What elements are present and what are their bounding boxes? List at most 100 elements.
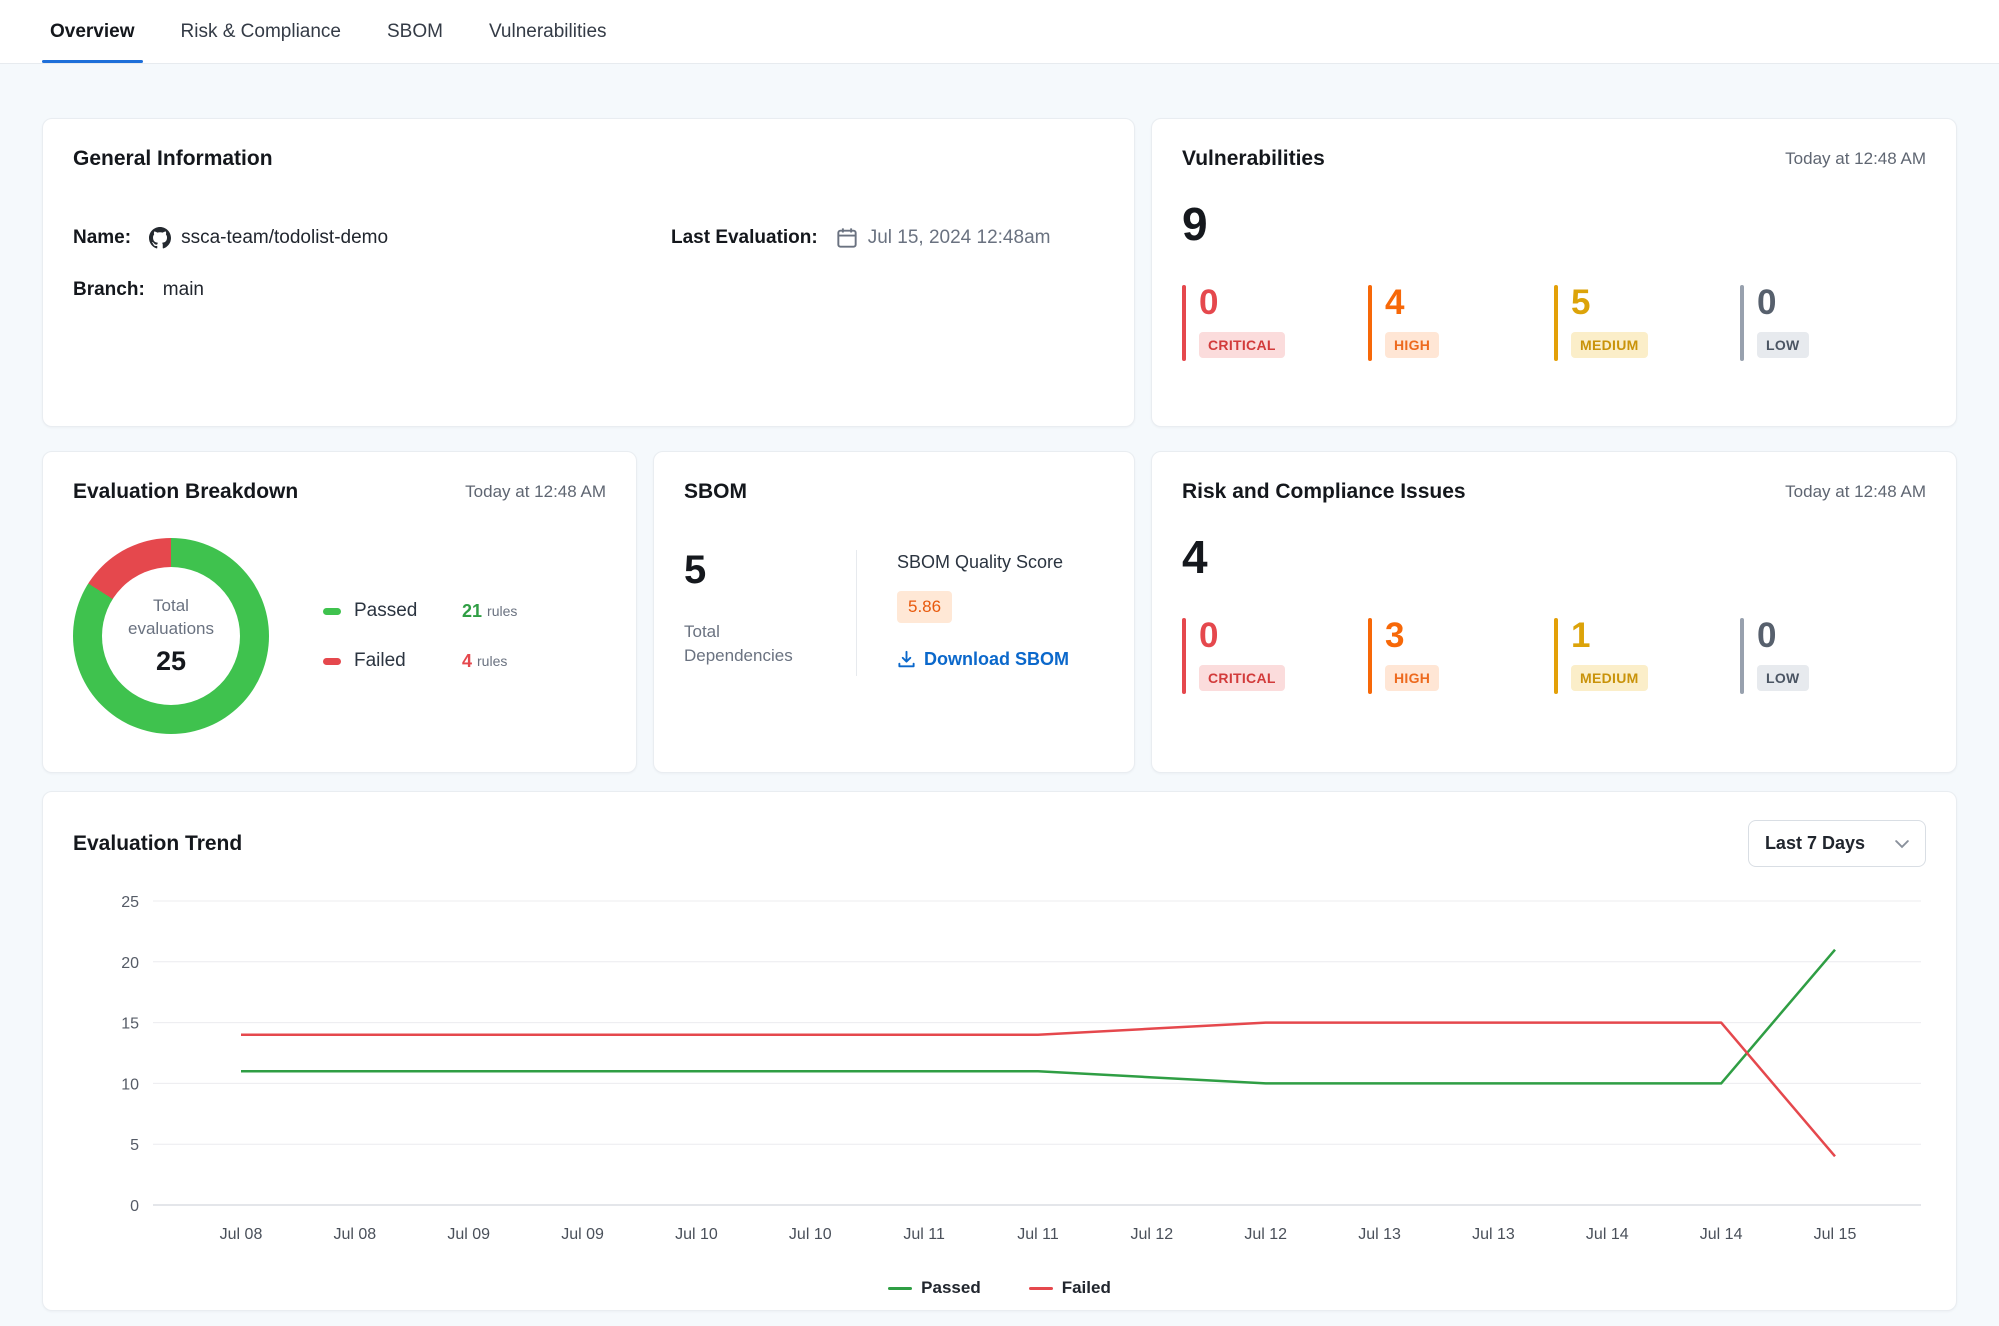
- chart-legend: Passed Failed: [73, 1278, 1926, 1298]
- last-evaluation-value: Jul 15, 2024 12:48am: [868, 227, 1051, 249]
- last-evaluation-label: Last Evaluation:: [671, 227, 818, 249]
- severity-bar: [1368, 618, 1372, 694]
- vulnerabilities-total: 9: [1182, 201, 1926, 247]
- sbom-quality-score-label: SBOM Quality Score: [897, 552, 1069, 573]
- severity-high: 4 HIGH: [1368, 285, 1554, 361]
- time-range-value: Last 7 Days: [1765, 833, 1865, 854]
- chart-legend-failed: Failed: [1029, 1278, 1111, 1298]
- severity-critical: 0 CRITICAL: [1182, 285, 1368, 361]
- repo-name-row: Name: ssca-team/todolist-demo: [73, 227, 671, 249]
- dashboard-content: General Information Name: ssca-team/todo…: [0, 64, 1999, 1311]
- tab-sbom[interactable]: SBOM: [387, 0, 443, 63]
- passed-unit: rules: [487, 603, 517, 619]
- general-information-title: General Information: [73, 147, 1104, 171]
- svg-text:Jul 15: Jul 15: [1814, 1226, 1857, 1243]
- severity-count: 0: [1199, 618, 1285, 653]
- evaluation-breakdown-card: Evaluation Breakdown Today at 12:48 AM T…: [42, 451, 637, 773]
- calendar-icon: [836, 227, 858, 249]
- evaluation-breakdown-title: Evaluation Breakdown: [73, 480, 298, 504]
- severity-bar: [1182, 285, 1186, 361]
- severity-bar: [1182, 618, 1186, 694]
- svg-text:Jul 11: Jul 11: [1017, 1226, 1059, 1243]
- passed-swatch-icon: [323, 608, 341, 615]
- risk-compliance-title: Risk and Compliance Issues: [1182, 480, 1466, 504]
- evaluations-donut-chart: Total evaluations 25: [73, 538, 269, 734]
- time-range-dropdown[interactable]: Last 7 Days: [1748, 820, 1926, 867]
- vulnerabilities-card: Vulnerabilities Today at 12:48 AM 9 0 CR…: [1151, 118, 1957, 427]
- failed-unit: rules: [477, 653, 507, 669]
- branch-row: Branch: main: [73, 279, 671, 301]
- vertical-divider: [856, 550, 857, 676]
- chevron-down-icon: [1895, 839, 1909, 849]
- evaluation-trend-chart: 0510152025Jul 08Jul 08Jul 09Jul 09Jul 10…: [73, 887, 1928, 1265]
- tab-risk-compliance[interactable]: Risk & Compliance: [181, 0, 342, 63]
- evaluation-trend-card: Evaluation Trend Last 7 Days 0510152025J…: [42, 791, 1957, 1311]
- severity-badge: MEDIUM: [1571, 332, 1648, 358]
- svg-text:Jul 08: Jul 08: [334, 1226, 377, 1243]
- svg-text:Jul 08: Jul 08: [220, 1226, 263, 1243]
- severity-count: 0: [1757, 285, 1809, 320]
- svg-text:Jul 13: Jul 13: [1358, 1226, 1401, 1243]
- severity-badge: HIGH: [1385, 665, 1439, 691]
- severity-bar: [1554, 618, 1558, 694]
- sbom-total-dependencies: 5: [684, 550, 856, 590]
- severity-critical: 0 CRITICAL: [1182, 618, 1368, 694]
- vulnerabilities-timestamp: Today at 12:48 AM: [1785, 147, 1926, 169]
- passed-label: Passed: [354, 600, 462, 622]
- svg-text:Jul 12: Jul 12: [1131, 1226, 1174, 1243]
- severity-medium: 5 MEDIUM: [1554, 285, 1740, 361]
- svg-text:Jul 10: Jul 10: [675, 1226, 718, 1243]
- svg-text:Jul 10: Jul 10: [789, 1226, 832, 1243]
- severity-badge: LOW: [1757, 332, 1809, 358]
- tab-overview[interactable]: Overview: [50, 0, 135, 63]
- severity-count: 1: [1571, 618, 1648, 653]
- svg-text:Jul 11: Jul 11: [903, 1226, 945, 1243]
- branch-label: Branch:: [73, 279, 145, 301]
- passed-legend-label: Passed: [921, 1278, 981, 1298]
- github-icon: [149, 227, 171, 249]
- download-sbom-link[interactable]: Download SBOM: [897, 649, 1069, 670]
- severity-bar: [1368, 285, 1372, 361]
- risk-compliance-timestamp: Today at 12:48 AM: [1785, 480, 1926, 502]
- risk-compliance-total: 4: [1182, 534, 1926, 580]
- severity-count: 0: [1757, 618, 1809, 653]
- severity-bar: [1740, 285, 1744, 361]
- tab-vulnerabilities[interactable]: Vulnerabilities: [489, 0, 607, 63]
- svg-text:10: 10: [121, 1076, 139, 1093]
- general-information-card: General Information Name: ssca-team/todo…: [42, 118, 1135, 427]
- donut-total-value: 25: [156, 646, 186, 677]
- failed-legend-label: Failed: [1062, 1278, 1111, 1298]
- svg-text:15: 15: [121, 1016, 139, 1033]
- severity-low: 0 LOW: [1740, 285, 1926, 361]
- severity-medium: 1 MEDIUM: [1554, 618, 1740, 694]
- severity-count: 0: [1199, 285, 1285, 320]
- svg-text:0: 0: [130, 1198, 139, 1215]
- sbom-card: SBOM 5 Total Dependencies SBOM Quality S…: [653, 451, 1135, 773]
- chart-legend-passed: Passed: [888, 1278, 981, 1298]
- svg-text:Jul 13: Jul 13: [1472, 1226, 1515, 1243]
- severity-count: 3: [1385, 618, 1439, 653]
- severity-count: 4: [1385, 285, 1439, 320]
- severity-bar: [1740, 618, 1744, 694]
- svg-text:Jul 14: Jul 14: [1700, 1226, 1743, 1243]
- download-icon: [897, 650, 916, 669]
- failed-swatch-icon: [323, 658, 341, 665]
- vulnerabilities-title: Vulnerabilities: [1182, 147, 1325, 171]
- svg-text:Jul 09: Jul 09: [447, 1226, 490, 1243]
- legend-passed-row: Passed 21 rules: [323, 600, 517, 622]
- repo-name-value: ssca-team/todolist-demo: [181, 227, 388, 249]
- risk-compliance-card: Risk and Compliance Issues Today at 12:4…: [1151, 451, 1957, 773]
- svg-text:25: 25: [121, 894, 139, 911]
- failed-count: 4: [462, 651, 472, 672]
- severity-badge: CRITICAL: [1199, 665, 1285, 691]
- svg-text:Jul 12: Jul 12: [1244, 1226, 1287, 1243]
- severity-badge: HIGH: [1385, 332, 1439, 358]
- severity-high: 3 HIGH: [1368, 618, 1554, 694]
- severity-count: 5: [1571, 285, 1648, 320]
- svg-text:5: 5: [130, 1137, 139, 1154]
- passed-line-swatch-icon: [888, 1287, 912, 1290]
- svg-text:Jul 14: Jul 14: [1586, 1226, 1629, 1243]
- failed-line-swatch-icon: [1029, 1287, 1053, 1290]
- top-tab-bar: Overview Risk & Compliance SBOM Vulnerab…: [0, 0, 1999, 64]
- severity-bar: [1554, 285, 1558, 361]
